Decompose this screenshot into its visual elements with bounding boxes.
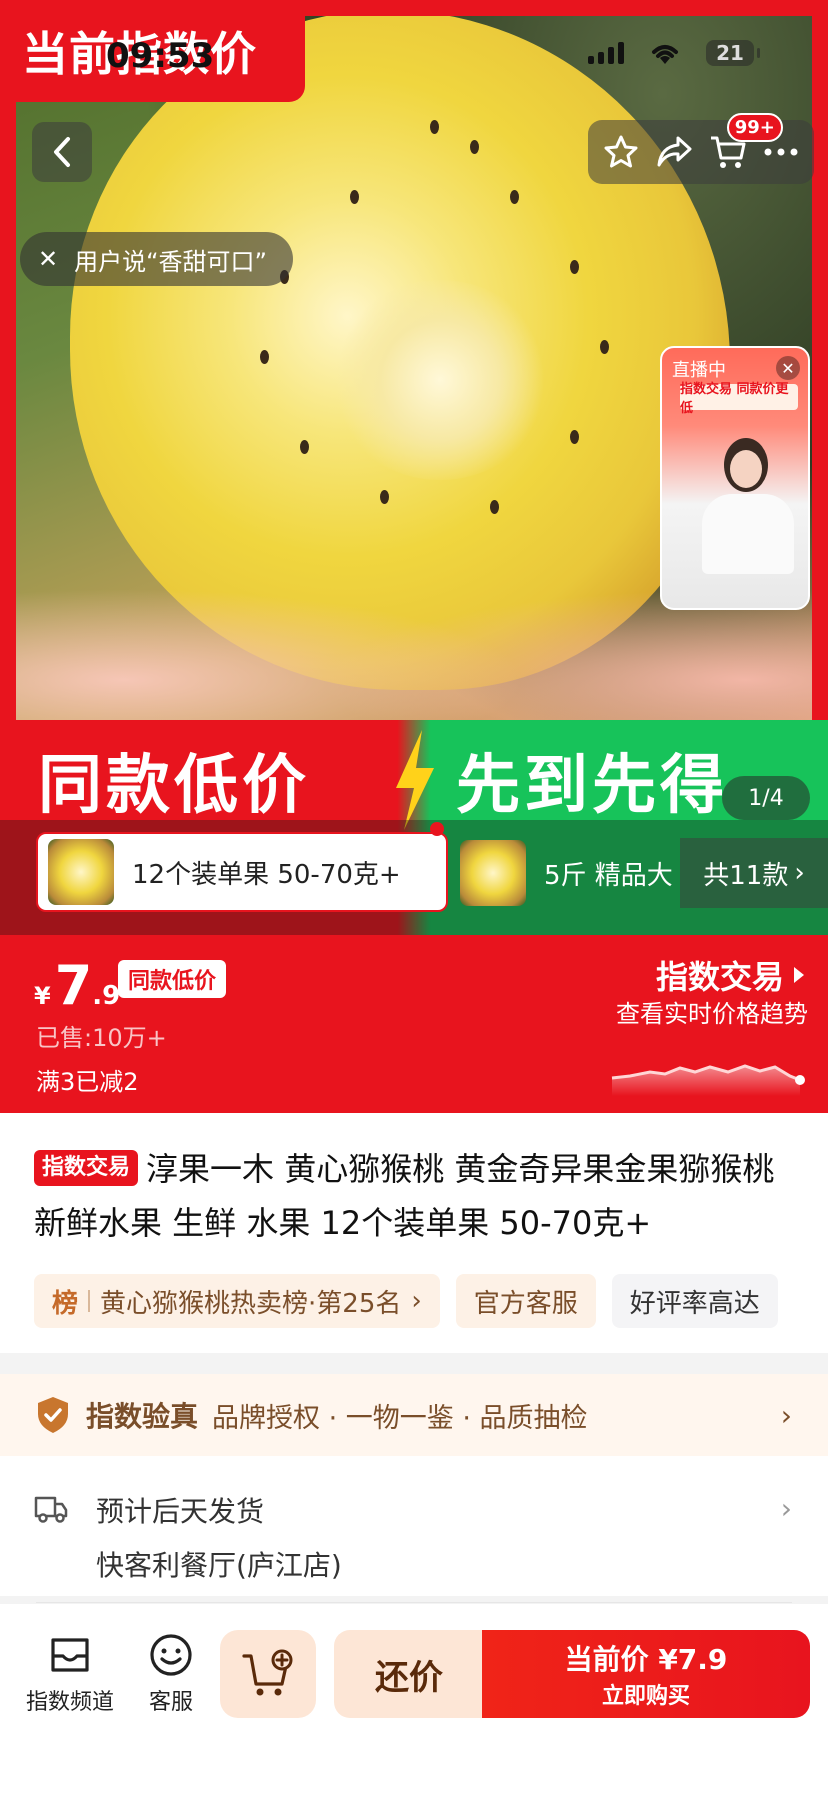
triangle-right-icon bbox=[794, 967, 804, 983]
sku-option-selected[interactable]: 12个装单果 50-70克+ bbox=[36, 832, 448, 912]
promo-low-price: 同款低价 bbox=[38, 749, 310, 823]
sold-count: 已售:10万+ bbox=[36, 1024, 167, 1052]
lightning-icon bbox=[396, 730, 434, 830]
price-integer: 7 bbox=[54, 954, 93, 1017]
chevron-right-icon: › bbox=[780, 1398, 792, 1432]
cart-plus-icon bbox=[242, 1649, 293, 1696]
index-trading-link[interactable]: 指数交易 bbox=[656, 952, 804, 998]
image-page-indicator: 1/4 bbox=[722, 776, 810, 820]
divider bbox=[36, 1602, 792, 1603]
favorite-button[interactable] bbox=[598, 129, 644, 175]
close-icon[interactable]: ✕ bbox=[776, 356, 800, 380]
bargain-button[interactable]: 还价 bbox=[334, 1630, 484, 1718]
add-to-cart-button[interactable] bbox=[220, 1630, 316, 1718]
star-icon bbox=[604, 135, 638, 168]
sku-total-label: 共11款 bbox=[703, 860, 789, 891]
top-action-bar: 99+ bbox=[588, 113, 814, 184]
authenticity-items: 品牌授权 · 一物一鉴 · 品质抽检 bbox=[212, 1402, 588, 1434]
store-icon bbox=[51, 1638, 89, 1672]
back-button[interactable] bbox=[32, 122, 92, 182]
index-channel-label: 指数频道 bbox=[26, 1690, 115, 1715]
authenticity-row[interactable]: 指数验真 品牌授权 · 一物一鉴 · 品质抽检 › bbox=[0, 1374, 828, 1456]
status-time: 09:53 bbox=[106, 36, 215, 76]
battery-icon: 21 bbox=[706, 40, 760, 66]
sku-label: 5斤 精品大 bbox=[544, 860, 673, 891]
product-chips: 榜 黄心猕猴桃热卖榜·第25名 › 官方客服 好评率高达 bbox=[34, 1274, 778, 1328]
live-stream-card[interactable]: 直播中 ✕ 指数交易 同款价更低 bbox=[660, 346, 810, 610]
index-trading-title: 指数交易 bbox=[655, 958, 784, 996]
rank-label: 黄心猕猴桃热卖榜·第25名 bbox=[100, 1288, 402, 1319]
share-icon bbox=[657, 136, 692, 167]
customer-service-label: 客服 bbox=[148, 1690, 193, 1715]
chevron-right-icon: › bbox=[780, 1492, 792, 1525]
store-name: 快客利餐厅(庐江店) bbox=[96, 1549, 342, 1582]
rank-icon: 榜 bbox=[52, 1288, 79, 1319]
chevron-left-icon bbox=[54, 137, 70, 167]
currency-symbol: ¥ bbox=[34, 982, 51, 1010]
price-trend-link[interactable]: 查看实时价格趋势 bbox=[616, 994, 808, 1029]
customer-service-button[interactable]: 客服 bbox=[148, 1632, 194, 1716]
low-price-tag: 同款低价 bbox=[118, 960, 227, 998]
wifi-icon bbox=[652, 45, 678, 64]
official-service-chip[interactable]: 官方客服 bbox=[455, 1274, 596, 1328]
live-host-image bbox=[696, 428, 796, 578]
discount-text: 满3已减2 bbox=[36, 1068, 139, 1096]
shipping-eta: 预计后天发货 bbox=[96, 1495, 265, 1528]
sku-option[interactable]: 5斤 精品大 bbox=[460, 838, 680, 908]
product-title-text: 淳果一木 黄心猕猴桃 黄金奇异果金果猕猴桃 新鲜水果 生鲜 水果 12个装单果 … bbox=[34, 1150, 775, 1242]
buy-now-button[interactable]: 当前价 ¥7.9 立即购买 bbox=[482, 1630, 810, 1718]
more-icon bbox=[764, 148, 798, 156]
promo-first-come: 先到先得 bbox=[456, 749, 728, 823]
buy-now-label: 立即购买 bbox=[601, 1684, 690, 1709]
sku-thumbnail bbox=[48, 839, 114, 905]
user-review-bubble[interactable]: ✕ 用户说“香甜可口” bbox=[20, 232, 293, 286]
chip-label: 好评率高达 bbox=[629, 1288, 760, 1319]
sku-label: 12个装单果 50-70克+ bbox=[132, 859, 401, 890]
ranking-chip[interactable]: 榜 黄心猕猴桃热卖榜·第25名 › bbox=[34, 1274, 440, 1328]
shield-check-icon bbox=[38, 1397, 68, 1433]
smile-icon bbox=[150, 1634, 192, 1676]
authenticity-title: 指数验真 bbox=[86, 1400, 199, 1433]
close-icon[interactable]: ✕ bbox=[38, 245, 58, 273]
price-trend-sparkline bbox=[611, 1064, 805, 1096]
chip-label: 官方客服 bbox=[473, 1288, 578, 1319]
status-icons: 21 bbox=[588, 40, 760, 66]
signal-icon bbox=[588, 42, 624, 64]
sku-thumbnail bbox=[460, 840, 526, 906]
chevron-right-icon: › bbox=[411, 1286, 422, 1316]
index-trading-tag: 指数交易 bbox=[34, 1150, 139, 1186]
new-dot bbox=[430, 822, 444, 836]
live-banner: 指数交易 同款价更低 bbox=[680, 382, 798, 416]
chevron-right-icon: › bbox=[794, 858, 805, 888]
user-review-text: 用户说“香甜可口” bbox=[74, 247, 267, 276]
index-channel-button[interactable]: 指数频道 bbox=[26, 1632, 114, 1716]
sku-all-button[interactable]: 共11款 › bbox=[680, 838, 828, 908]
rating-chip[interactable]: 好评率高达 bbox=[611, 1274, 778, 1328]
price-decimal: .9 bbox=[92, 981, 121, 1011]
cart-button[interactable]: 99+ bbox=[705, 113, 783, 175]
buy-price-label: 当前价 ¥7.9 bbox=[564, 1643, 728, 1676]
truck-icon bbox=[34, 1496, 68, 1523]
product-title: 指数交易 淳果一木 黄心猕猴桃 黄金奇异果金果猕猴桃 新鲜水果 生鲜 水果 12个… bbox=[34, 1142, 814, 1250]
share-button[interactable] bbox=[651, 129, 697, 175]
more-button[interactable] bbox=[758, 129, 804, 175]
current-price: ¥ 7 .9 bbox=[34, 954, 120, 1017]
